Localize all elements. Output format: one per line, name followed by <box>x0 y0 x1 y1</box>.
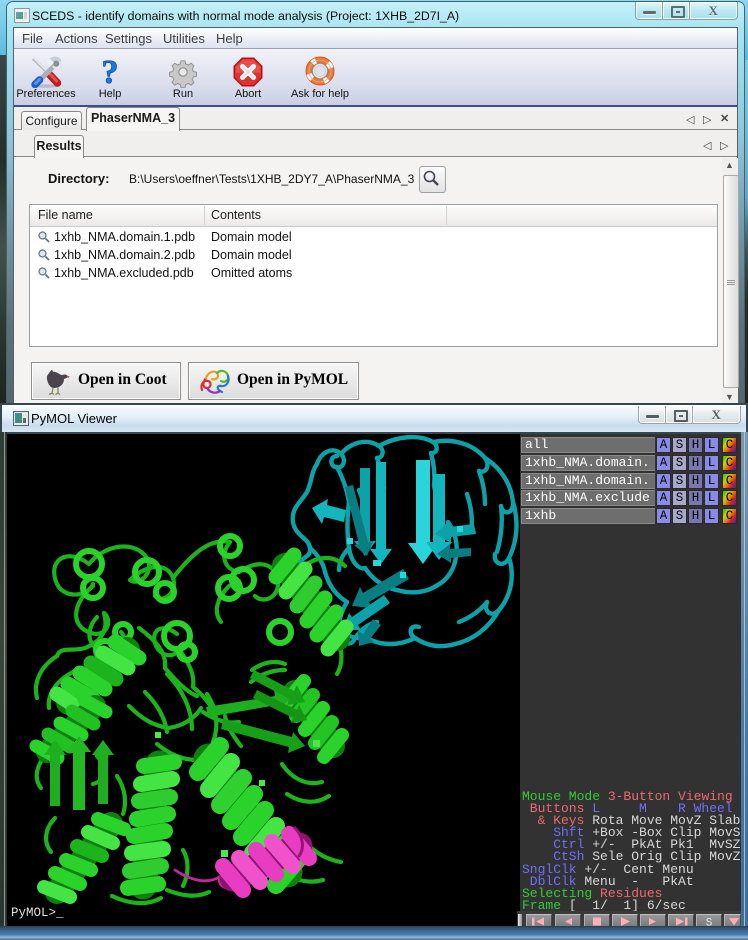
svg-text:?: ? <box>102 56 119 88</box>
